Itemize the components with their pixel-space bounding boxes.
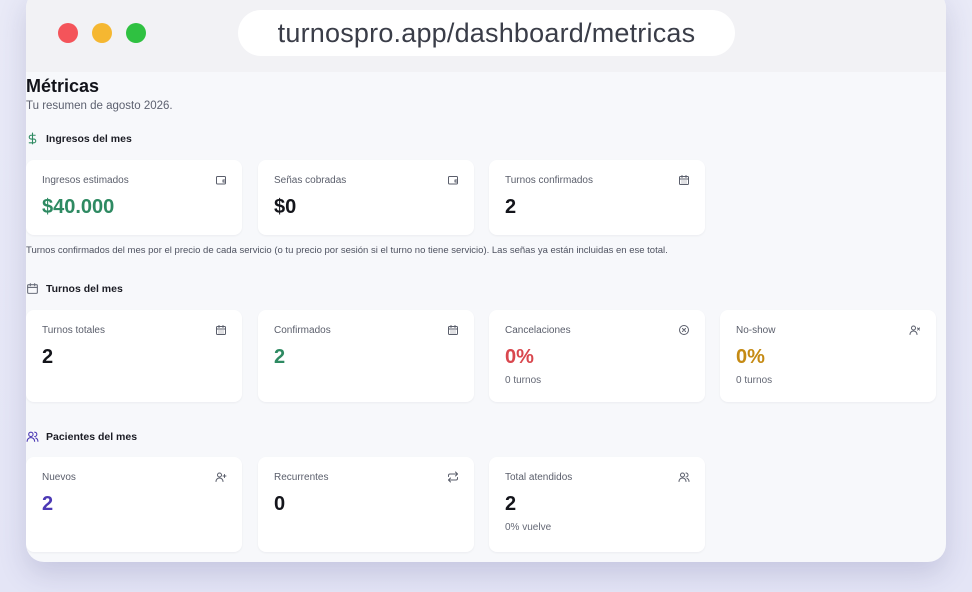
card-turnos-confirmados: Turnos confirmados 2 [489, 160, 705, 235]
circle-x-icon [679, 325, 689, 335]
dollar-icon [28, 132, 37, 145]
card-label: Ingresos estimados [42, 175, 129, 186]
section-pacientes-header: Pacientes del mes [26, 430, 137, 443]
card-nuevos: Nuevos 2 [26, 457, 242, 552]
card-label: Cancelaciones [505, 325, 571, 336]
card-label: Recurrentes [274, 472, 329, 483]
card-no-show: No-show 0% 0 turnos [720, 310, 936, 402]
section-turnos-title: Turnos del mes [46, 282, 123, 295]
section-ingresos-header: Ingresos del mes [26, 132, 132, 145]
card-subtext: 0 turnos [736, 375, 773, 386]
users-icon [678, 472, 690, 482]
calendar-icon [216, 325, 226, 335]
card-value: 2 [42, 493, 54, 515]
card-value: 0% [736, 346, 765, 368]
card-value: 2 [42, 346, 54, 368]
url-text: turnospro.app/dashboard/metricas [277, 17, 696, 48]
maximize-window-button[interactable] [126, 23, 146, 43]
users-icon [26, 431, 39, 442]
card-label: Confirmados [274, 325, 331, 336]
card-value: $0 [274, 196, 297, 218]
card-total-atendidos: Total atendidos 2 0% vuelve [489, 457, 705, 552]
card-label: No-show [736, 325, 776, 336]
card-subtext: 0 turnos [505, 375, 542, 386]
card-subtext: 0% vuelve [505, 522, 552, 533]
close-window-button[interactable] [58, 23, 78, 43]
page-title: Métricas [26, 76, 100, 96]
card-value: 0% [505, 346, 534, 368]
card-value: 2 [274, 346, 286, 368]
wallet-icon [216, 176, 226, 185]
calendar-icon [27, 283, 38, 294]
card-senas-cobradas: Señas cobradas $0 [258, 160, 474, 235]
card-value: 0 [274, 493, 286, 515]
user-plus-icon [215, 472, 227, 482]
user-x-icon [909, 325, 920, 335]
card-value: $40.000 [42, 196, 115, 218]
section-pacientes-title: Pacientes del mes [46, 430, 138, 443]
card-ingresos-estimados: Ingresos estimados $40.000 [26, 160, 242, 235]
address-bar[interactable]: turnospro.app/dashboard/metricas [238, 10, 735, 56]
section-turnos-header: Turnos del mes [26, 282, 123, 295]
ingresos-note: Turnos confirmados del mes por el precio… [26, 245, 668, 256]
section-ingresos-title: Ingresos del mes [46, 132, 132, 145]
repeat-icon [448, 471, 458, 483]
card-turnos-totales: Turnos totales 2 [26, 310, 242, 402]
card-confirmados: Confirmados 2 [258, 310, 474, 402]
page-subtitle: Tu resumen de agosto 2026. [26, 100, 173, 112]
card-label: Turnos confirmados [505, 175, 593, 186]
card-label: Señas cobradas [274, 175, 347, 186]
card-label: Turnos totales [42, 325, 105, 336]
card-value: 2 [505, 196, 517, 218]
card-value: 2 [505, 493, 517, 515]
calendar-icon [448, 325, 458, 335]
wallet-icon [448, 176, 458, 185]
minimize-window-button[interactable] [92, 23, 112, 43]
card-recurrentes: Recurrentes 0 [258, 457, 474, 552]
calendar-icon [679, 175, 689, 185]
card-label: Total atendidos [505, 472, 573, 483]
card-label: Nuevos [42, 472, 76, 483]
browser-window: turnospro.app/dashboard/metricas Métrica… [26, 0, 946, 562]
card-cancelaciones: Cancelaciones 0% 0 turnos [489, 310, 705, 402]
browser-titlebar: turnospro.app/dashboard/metricas [26, 0, 946, 72]
